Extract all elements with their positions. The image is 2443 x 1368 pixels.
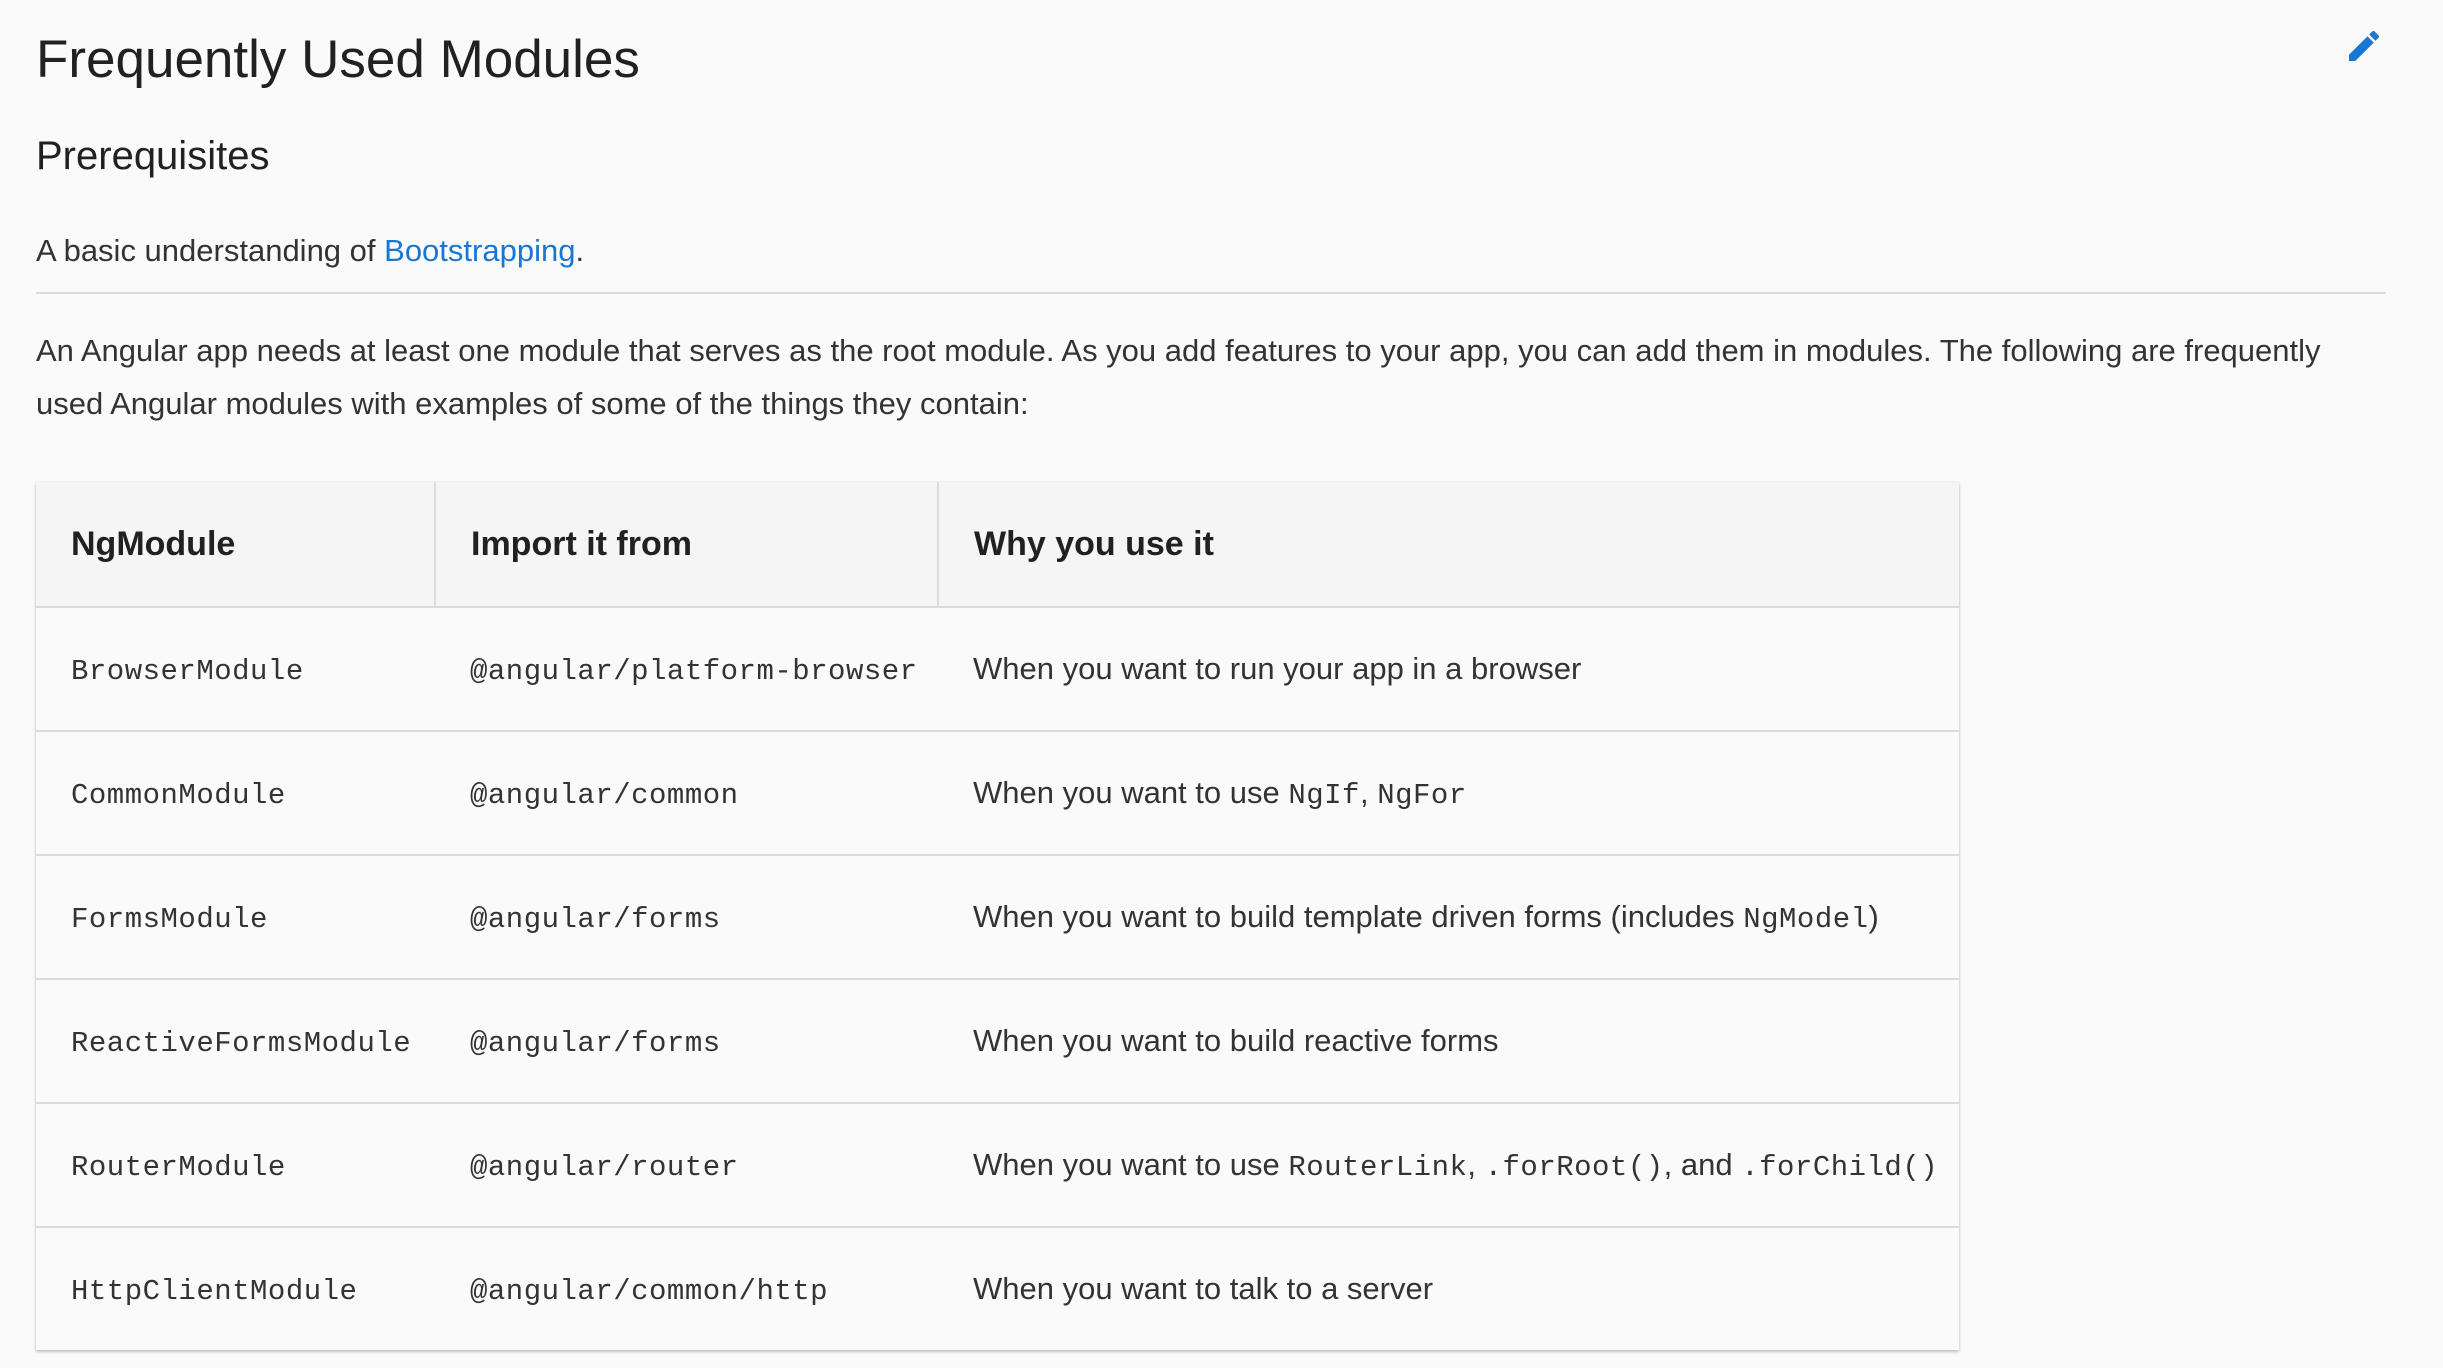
- why-cell: When you want to talk to a server: [938, 1227, 1959, 1350]
- import-cell: @angular/platform-browser: [435, 607, 938, 732]
- why-cell: When you want to build template driven f…: [938, 855, 1959, 980]
- why-text: When you want to build template driven f…: [973, 898, 1744, 934]
- bootstrapping-link[interactable]: Bootstrapping: [384, 233, 575, 268]
- edit-page-button[interactable]: [2332, 14, 2396, 78]
- why-cell: When you want to use RouterLink, .forRoo…: [938, 1103, 1959, 1228]
- import-cell: @angular/router: [435, 1103, 938, 1228]
- modules-table-container: NgModule Import it from Why you use it B…: [36, 482, 1959, 1350]
- module-cell: BrowserModule: [36, 607, 435, 732]
- module-cell: RouterModule: [36, 1103, 435, 1228]
- pencil-icon: [2349, 30, 2380, 61]
- import-path: @angular/forms: [470, 1026, 721, 1060]
- table-row: CommonModule @angular/common When you wa…: [36, 731, 1959, 856]
- module-cell: FormsModule: [36, 855, 435, 980]
- why-separator: ,: [1359, 774, 1378, 810]
- module-name: HttpClientModule: [71, 1274, 358, 1308]
- module-name: CommonModule: [71, 778, 286, 812]
- table-row: HttpClientModule @angular/common/http Wh…: [36, 1227, 1959, 1350]
- module-name: FormsModule: [71, 902, 268, 936]
- module-name: RouterModule: [71, 1150, 286, 1184]
- header-ngmodule: NgModule: [36, 482, 436, 608]
- import-path: @angular/forms: [470, 902, 721, 936]
- prerequisites-heading: Prerequisites: [36, 134, 270, 178]
- table-row: ReactiveFormsModule @angular/forms When …: [36, 979, 1959, 1104]
- import-path: @angular/router: [470, 1150, 739, 1184]
- module-name: BrowserModule: [71, 654, 304, 688]
- why-code: NgFor: [1377, 778, 1467, 812]
- table-row: FormsModule @angular/forms When you want…: [36, 855, 1959, 980]
- why-code: NgModel: [1743, 902, 1869, 936]
- table-header-row: NgModule Import it from Why you use it: [36, 482, 1959, 608]
- why-separator: ,: [1467, 1146, 1485, 1182]
- modules-table: NgModule Import it from Why you use it B…: [36, 482, 1959, 1350]
- why-text: When you want to use: [973, 774, 1289, 810]
- table-row: BrowserModule @angular/platform-browser …: [36, 607, 1959, 732]
- why-code: RouterLink: [1288, 1150, 1468, 1184]
- module-cell: CommonModule: [36, 731, 435, 856]
- why-cell: When you want to build reactive forms: [938, 979, 1959, 1104]
- why-text: When you want to use: [973, 1146, 1289, 1182]
- why-cell: When you want to run your app in a brows…: [938, 607, 1959, 732]
- section-divider: [36, 292, 2386, 294]
- import-path: @angular/common/http: [470, 1274, 829, 1308]
- import-cell: @angular/common/http: [435, 1227, 938, 1350]
- header-why-use: Why you use it: [938, 482, 1959, 608]
- header-import-from: Import it from: [435, 482, 939, 608]
- why-code: .forRoot(): [1484, 1150, 1664, 1184]
- import-cell: @angular/forms: [435, 855, 938, 980]
- prerequisites-text: A basic understanding of Bootstrapping.: [36, 226, 584, 276]
- module-name: ReactiveFormsModule: [71, 1026, 412, 1060]
- module-cell: HttpClientModule: [36, 1227, 435, 1350]
- prerequisites-text-before: A basic understanding of: [36, 233, 385, 268]
- why-separator: , and: [1663, 1146, 1742, 1182]
- why-code: NgIf: [1288, 778, 1360, 812]
- intro-paragraph: An Angular app needs at least one module…: [36, 333, 2321, 421]
- import-cell: @angular/common: [435, 731, 938, 856]
- why-cell: When you want to use NgIf, NgFor: [938, 731, 1959, 856]
- why-text-end: ): [1868, 898, 1879, 934]
- import-path: @angular/platform-browser: [470, 654, 918, 688]
- import-cell: @angular/forms: [435, 979, 938, 1104]
- table-row: RouterModule @angular/router When you wa…: [36, 1103, 1959, 1228]
- page-title: Frequently Used Modules: [36, 30, 640, 89]
- import-path: @angular/common: [470, 778, 739, 812]
- why-code: .forChild(): [1741, 1150, 1939, 1184]
- prerequisites-text-after: .: [575, 233, 585, 268]
- module-cell: ReactiveFormsModule: [36, 979, 435, 1104]
